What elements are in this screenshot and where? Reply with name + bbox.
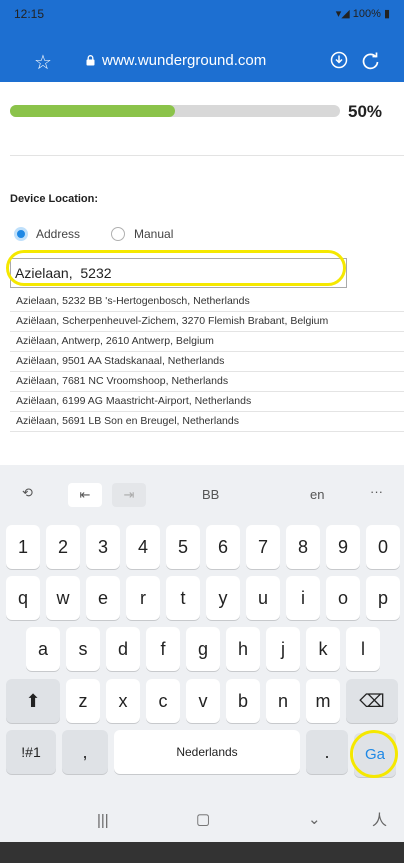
download-icon[interactable]: [330, 51, 348, 69]
bookmark-star-icon[interactable]: ☆: [34, 50, 52, 75]
url-bar[interactable]: www.wunderground.com: [102, 52, 266, 69]
letter-key[interactable]: d: [106, 627, 140, 671]
progress-fill: [10, 105, 175, 117]
home-icon[interactable]: ▢: [196, 810, 210, 828]
shift-icon[interactable]: ⬆: [6, 679, 60, 723]
letter-key[interactable]: r: [126, 576, 160, 620]
letter-key[interactable]: f: [146, 627, 180, 671]
battery-icon: ▮: [380, 8, 390, 20]
letter-key[interactable]: n: [266, 679, 300, 723]
accessibility-icon[interactable]: ⼈: [372, 809, 387, 830]
space-key[interactable]: Nederlands: [114, 730, 300, 774]
symbols-key[interactable]: !#1: [6, 730, 56, 774]
go-key[interactable]: Ga: [354, 733, 396, 777]
recents-icon[interactable]: |||: [97, 812, 109, 829]
suggestion-item[interactable]: Aziëlaan, Scherpenheuvel-Zichem, 3270 Fl…: [10, 312, 404, 332]
letter-key[interactable]: g: [186, 627, 220, 671]
radio-address[interactable]: [14, 227, 28, 241]
number-key[interactable]: 3: [86, 525, 120, 569]
radio-manual-label[interactable]: Manual: [134, 227, 173, 241]
status-battery: ▾◢ 100% ▮: [336, 7, 390, 20]
number-key[interactable]: 5: [166, 525, 200, 569]
bottom-bar: [0, 842, 404, 863]
letter-key[interactable]: s: [66, 627, 100, 671]
suggestion-item[interactable]: Azielaan, 5232 BB 's-Hertogenbosch, Neth…: [10, 292, 404, 312]
radio-address-label[interactable]: Address: [36, 227, 80, 241]
comma-key[interactable]: ,: [62, 730, 108, 774]
number-key[interactable]: 0: [366, 525, 400, 569]
refresh-icon[interactable]: [361, 51, 381, 71]
period-key[interactable]: .: [306, 730, 348, 774]
number-key[interactable]: 4: [126, 525, 160, 569]
letter-key[interactable]: p: [366, 576, 400, 620]
letter-key[interactable]: c: [146, 679, 180, 723]
suggestion-item[interactable]: Aziëlaan, 7681 NC Vroomshoop, Netherland…: [10, 372, 404, 392]
progress-bar: [10, 105, 340, 117]
number-key[interactable]: 7: [246, 525, 280, 569]
signal-icon: ▾◢: [335, 8, 353, 20]
battery-label: 100%: [352, 8, 381, 20]
letter-key[interactable]: i: [286, 576, 320, 620]
number-key[interactable]: 6: [206, 525, 240, 569]
suggestion-item[interactable]: Aziëlaan, 5691 LB Son en Breugel, Nether…: [10, 412, 404, 432]
clipboard-icon[interactable]: ⟲: [22, 485, 33, 501]
status-time: 12:15: [14, 7, 45, 21]
letter-key[interactable]: q: [6, 576, 40, 620]
suggestion-item[interactable]: Aziëlaan, 9501 AA Stadskanaal, Netherlan…: [10, 352, 404, 372]
cursor-left-icon[interactable]: ⇤: [68, 483, 102, 507]
lock-icon: [86, 55, 95, 66]
letter-key[interactable]: o: [326, 576, 360, 620]
suggestion-item[interactable]: Aziëlaan, Antwerp, 2610 Antwerp, Belgium: [10, 332, 404, 352]
letter-key[interactable]: e: [86, 576, 120, 620]
progress-percentage: 50%: [348, 102, 383, 121]
letter-key[interactable]: k: [306, 627, 340, 671]
letter-key[interactable]: w: [46, 576, 80, 620]
letter-key[interactable]: a: [26, 627, 60, 671]
number-key[interactable]: 1: [6, 525, 40, 569]
backspace-icon[interactable]: ⌫: [346, 679, 398, 723]
device-location-label: Device Location:: [10, 193, 99, 205]
letter-key[interactable]: t: [166, 576, 200, 620]
letter-key[interactable]: h: [226, 627, 260, 671]
suggestion-list: Azielaan, 5232 BB 's-Hertogenbosch, Neth…: [10, 292, 404, 432]
cursor-right-icon[interactable]: ⇥: [112, 483, 146, 507]
letter-key[interactable]: x: [106, 679, 140, 723]
suggestion-item[interactable]: Aziëlaan, 6199 AG Maastricht-Airport, Ne…: [10, 392, 404, 412]
letter-key[interactable]: u: [246, 576, 280, 620]
letter-key[interactable]: y: [206, 576, 240, 620]
letter-key[interactable]: j: [266, 627, 300, 671]
address-input[interactable]: [10, 258, 347, 288]
letter-key[interactable]: l: [346, 627, 380, 671]
divider: [10, 155, 404, 156]
toolbar-bb[interactable]: BB: [202, 487, 219, 502]
letter-key[interactable]: b: [226, 679, 260, 723]
toolbar-language[interactable]: en: [310, 487, 324, 502]
number-key[interactable]: 9: [326, 525, 360, 569]
letter-key[interactable]: v: [186, 679, 220, 723]
letter-key[interactable]: z: [66, 679, 100, 723]
letter-key[interactable]: m: [306, 679, 340, 723]
chevron-down-icon[interactable]: ⌄: [308, 810, 321, 828]
radio-manual[interactable]: [111, 227, 125, 241]
number-key[interactable]: 2: [46, 525, 80, 569]
toolbar-more[interactable]: ···: [370, 484, 383, 499]
number-key[interactable]: 8: [286, 525, 320, 569]
